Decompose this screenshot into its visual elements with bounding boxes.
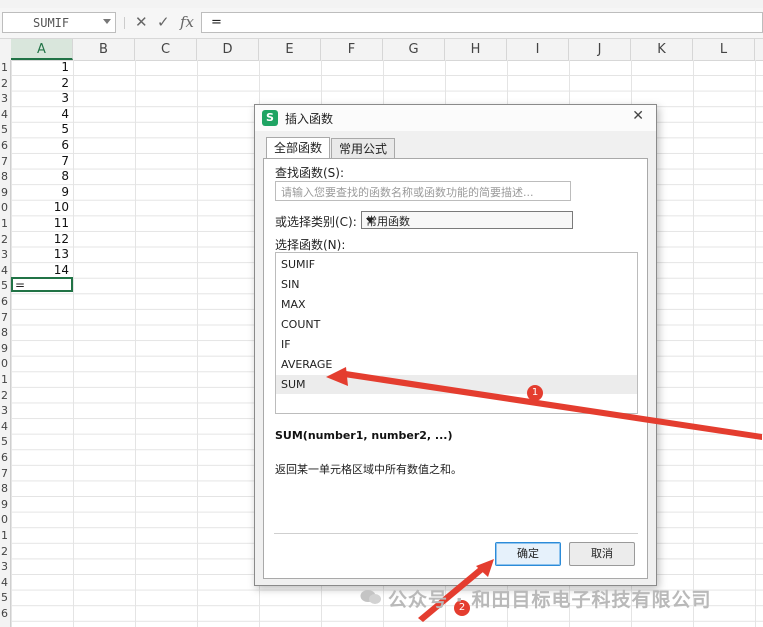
arrow-1 <box>344 371 762 440</box>
wechat-icon <box>360 590 381 604</box>
annotation-badge-1: 1 <box>527 385 543 401</box>
arrow-1-head <box>326 367 348 386</box>
annotation-arrows <box>326 367 762 622</box>
watermark-text: 公众号 · 和田目标电子科技有限公司 <box>388 589 712 611</box>
